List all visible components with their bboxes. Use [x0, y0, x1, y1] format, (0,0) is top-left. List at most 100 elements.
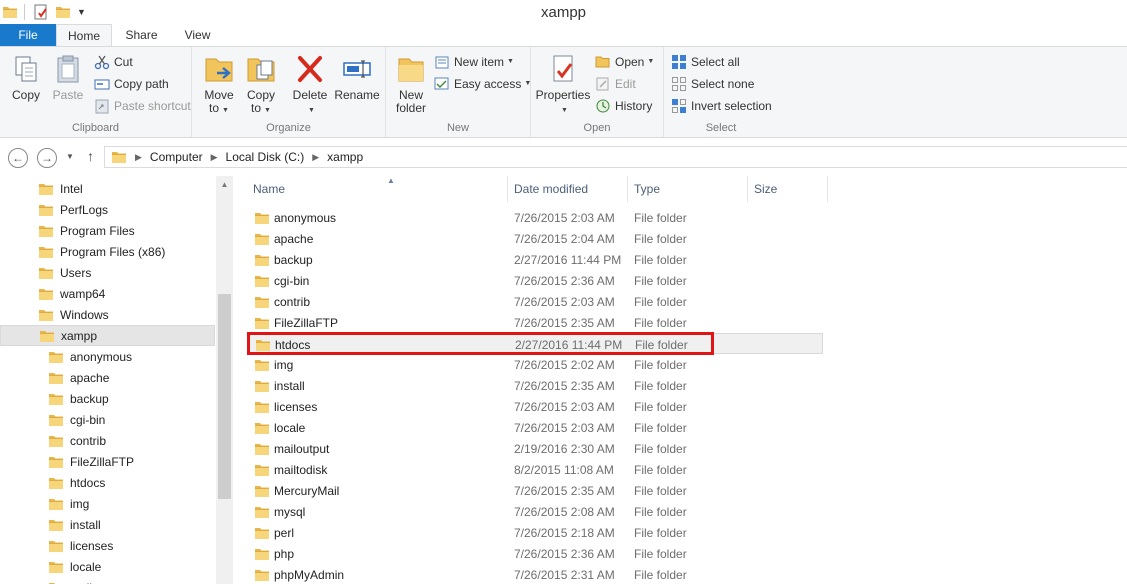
nav-item-img[interactable]: img	[0, 493, 215, 514]
paste-shortcut-button[interactable]: Paste shortcut	[94, 96, 191, 116]
file-row[interactable]: phpMyAdmin 7/26/2015 2:31 AM File folder	[247, 564, 823, 584]
properties-button[interactable]: Properties ▼	[535, 53, 591, 117]
nav-item-label: FileZillaFTP	[70, 454, 135, 469]
move-to-button[interactable]: Move to ▼	[200, 53, 238, 117]
column-header-name[interactable]: Name ▲	[247, 176, 508, 202]
copy-to-button[interactable]: Copy to ▼	[242, 53, 280, 117]
address-bar[interactable]: ▶ Computer ▶ Local Disk (C:) ▶ xampp	[104, 146, 1127, 168]
chevron-right-icon[interactable]: ▶	[312, 152, 319, 163]
nav-item-install[interactable]: install	[0, 514, 215, 535]
delete-button[interactable]: Delete ▼	[290, 53, 330, 117]
address-segment-local-disk[interactable]: Local Disk (C:)	[226, 150, 305, 164]
new-folder-icon	[398, 58, 424, 82]
file-row[interactable]: install 7/26/2015 2:35 AM File folder	[247, 375, 823, 396]
column-header-size[interactable]: Size	[748, 176, 828, 202]
column-type-label: Type	[634, 182, 661, 196]
nav-item-anonymous[interactable]: anonymous	[0, 346, 215, 367]
organize-group: Move to ▼ Copy to ▼ Delete ▼ Rename Organi…	[192, 47, 386, 137]
file-row[interactable]: licenses 7/26/2015 2:03 AM File folder	[247, 396, 823, 417]
file-row[interactable]: mysql 7/26/2015 2:08 AM File folder	[247, 501, 823, 522]
open-folder-icon	[595, 56, 610, 68]
properties-label: Properties	[535, 88, 591, 102]
nav-item-mailoutput[interactable]: mailoutput	[0, 577, 215, 584]
nav-scrollbar[interactable]: ▲	[216, 176, 233, 584]
file-row[interactable]: contrib 7/26/2015 2:03 AM File folder	[247, 291, 823, 312]
copy-button[interactable]: Copy	[6, 53, 46, 102]
scrollbar-thumb[interactable]	[218, 294, 231, 499]
file-date: 7/26/2015 2:35 AM	[514, 379, 615, 393]
nav-item-apache[interactable]: apache	[0, 367, 215, 388]
recent-locations-icon[interactable]: ▼	[66, 152, 74, 161]
folder-icon	[38, 203, 54, 217]
forward-button[interactable]: →	[37, 148, 57, 168]
tab-home[interactable]: Home	[56, 24, 112, 48]
chevron-right-icon[interactable]: ▶	[135, 152, 142, 163]
nav-item-locale[interactable]: locale	[0, 556, 215, 577]
select-all-button[interactable]: Select all	[671, 52, 740, 72]
file-row[interactable]: backup 2/27/2016 11:44 PM File folder	[247, 249, 823, 270]
tab-view[interactable]: View	[170, 24, 225, 47]
nav-item-backup[interactable]: backup	[0, 388, 215, 409]
nav-item-program-files-x86-[interactable]: Program Files (x86)	[0, 241, 215, 262]
file-row[interactable]: mailtodisk 8/2/2015 11:08 AM File folder	[247, 459, 823, 480]
folder-icon	[254, 442, 270, 456]
tab-file[interactable]: File	[0, 24, 56, 47]
new-folder-button[interactable]: New folder	[392, 53, 430, 115]
nav-item-users[interactable]: Users	[0, 262, 215, 283]
file-row[interactable]: MercuryMail 7/26/2015 2:35 AM File folder	[247, 480, 823, 501]
column-header-type[interactable]: Type	[628, 176, 748, 202]
easy-access-button[interactable]: Easy access ▼	[434, 74, 531, 94]
address-segment-xampp[interactable]: xampp	[327, 150, 363, 164]
nav-item-contrib[interactable]: contrib	[0, 430, 215, 451]
nav-item-htdocs[interactable]: htdocs	[0, 472, 215, 493]
nav-item-label: anonymous	[70, 349, 133, 364]
scroll-up-icon[interactable]: ▲	[216, 176, 233, 193]
open-button[interactable]: Open ▼	[595, 52, 654, 72]
edit-button[interactable]: Edit	[595, 74, 636, 94]
select-none-button[interactable]: Select none	[671, 74, 754, 94]
file-row[interactable]: htdocs 2/27/2016 11:44 PM File folder	[247, 333, 823, 354]
rename-button[interactable]: Rename	[332, 53, 382, 102]
new-item-button[interactable]: New item ▼	[434, 52, 514, 72]
invert-selection-button[interactable]: Invert selection	[671, 96, 772, 116]
cut-button[interactable]: Cut	[94, 52, 133, 72]
address-segment-computer[interactable]: Computer	[150, 150, 203, 164]
column-header-date[interactable]: Date modified	[508, 176, 628, 202]
paste-button[interactable]: Paste	[48, 53, 88, 102]
nav-item-windows[interactable]: Windows	[0, 304, 215, 325]
folder-icon	[111, 150, 127, 164]
file-row[interactable]: FileZillaFTP 7/26/2015 2:35 AM File folder	[247, 312, 823, 333]
folder-icon	[255, 338, 271, 352]
move-to-icon	[205, 58, 233, 82]
file-row[interactable]: apache 7/26/2015 2:04 AM File folder	[247, 228, 823, 249]
nav-item-filezillaftp[interactable]: FileZillaFTP	[0, 451, 215, 472]
nav-item-cgi-bin[interactable]: cgi-bin	[0, 409, 215, 430]
file-row[interactable]: cgi-bin 7/26/2015 2:36 AM File folder	[247, 270, 823, 291]
nav-item-xampp[interactable]: xampp	[0, 325, 215, 346]
copy-path-button[interactable]: Copy path	[94, 74, 169, 94]
back-button[interactable]: ←	[8, 148, 28, 168]
folder-icon	[38, 287, 54, 301]
file-row[interactable]: perl 7/26/2015 2:18 AM File folder	[247, 522, 823, 543]
dropdown-caret-icon: ▼	[561, 107, 568, 114]
file-row[interactable]: mailoutput 2/19/2016 2:30 AM File folder	[247, 438, 823, 459]
history-button[interactable]: History	[595, 96, 652, 116]
file-type: File folder	[634, 568, 687, 582]
file-date: 7/26/2015 2:03 AM	[514, 400, 615, 414]
copy-label: Copy	[11, 88, 40, 102]
tab-share[interactable]: Share	[114, 24, 169, 47]
file-type: File folder	[634, 400, 687, 414]
file-date: 7/26/2015 2:31 AM	[514, 568, 615, 582]
file-row[interactable]: locale 7/26/2015 2:03 AM File folder	[247, 417, 823, 438]
nav-item-perflogs[interactable]: PerfLogs	[0, 199, 215, 220]
nav-item-licenses[interactable]: licenses	[0, 535, 215, 556]
nav-item-wamp64[interactable]: wamp64	[0, 283, 215, 304]
file-row[interactable]: anonymous 7/26/2015 2:03 AM File folder	[247, 207, 823, 228]
up-arrow-icon[interactable]: ↑	[87, 148, 94, 164]
nav-item-intel[interactable]: Intel	[0, 178, 215, 199]
file-row[interactable]: php 7/26/2015 2:36 AM File folder	[247, 543, 823, 564]
file-row[interactable]: img 7/26/2015 2:02 AM File folder	[247, 354, 823, 375]
file-name: anonymous	[274, 211, 337, 225]
chevron-right-icon[interactable]: ▶	[211, 152, 218, 163]
nav-item-program-files[interactable]: Program Files	[0, 220, 215, 241]
